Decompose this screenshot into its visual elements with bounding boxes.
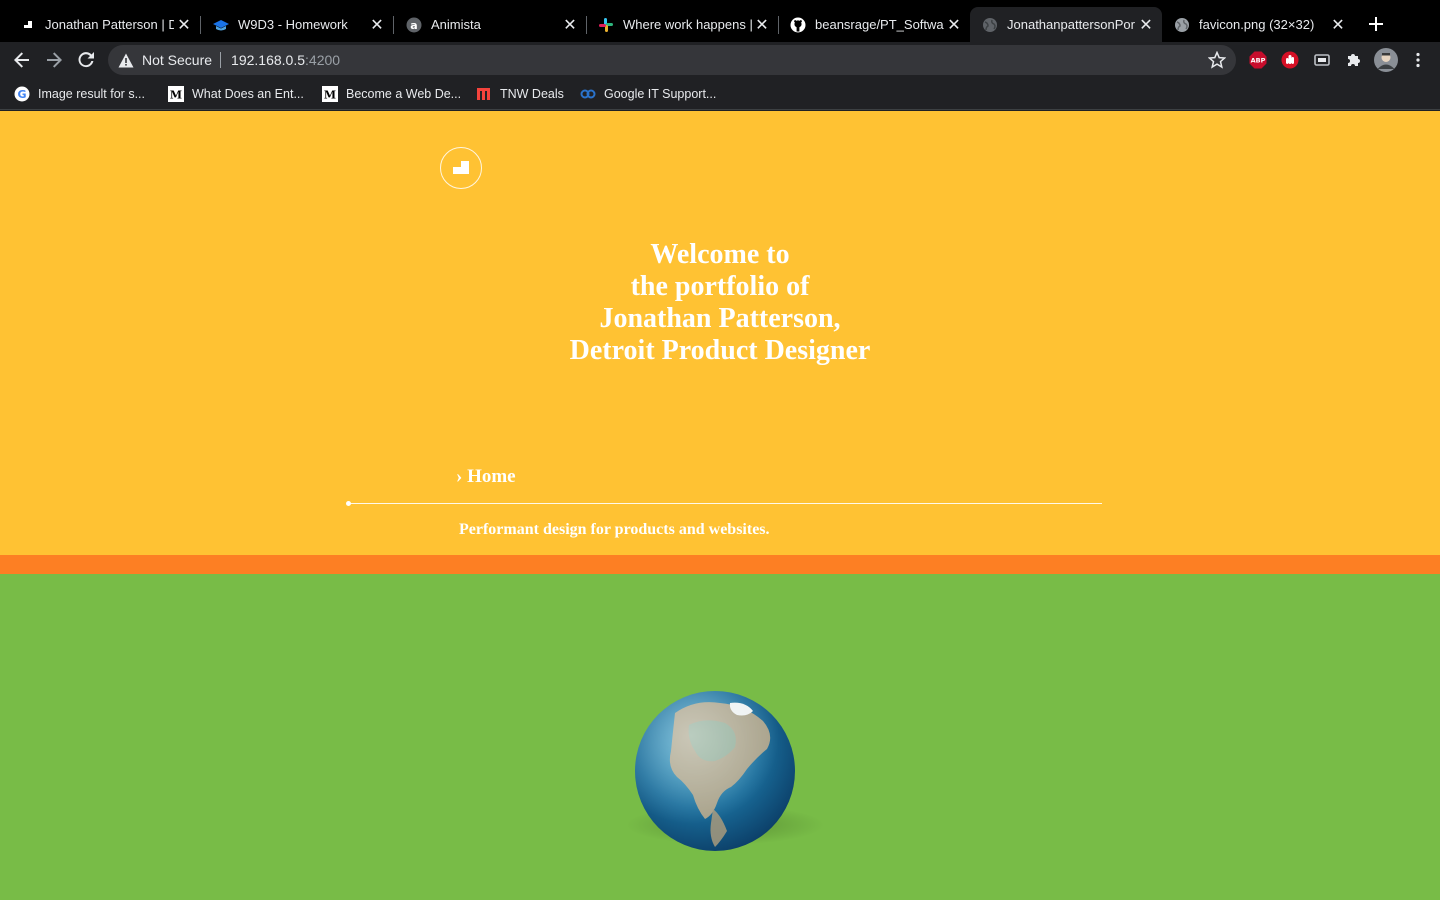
svg-text:M: M xyxy=(324,89,336,102)
reload-icon xyxy=(78,52,94,68)
divider-dot xyxy=(346,501,351,506)
arrow-right-icon xyxy=(47,52,62,68)
close-tab-icon[interactable]: ✕ xyxy=(1136,15,1156,35)
orange-band xyxy=(0,555,1440,574)
kebab-menu-icon[interactable] xyxy=(1409,51,1427,69)
url-host[interactable]: 192.168.0.5 xyxy=(231,52,305,68)
browser-toolbar: Not Secure 192.168.0.5:4200 ABP xyxy=(0,42,1440,78)
tab-strip: Jonathan Patterson | D ✕ W9D3 - Homework… xyxy=(0,0,1440,42)
hero-divider xyxy=(348,503,1102,504)
headline-line: Detroit Product Designer xyxy=(569,335,871,366)
adblock-plus-icon[interactable]: ABP xyxy=(1249,51,1267,69)
bookmark-label: Image result for s... xyxy=(38,87,145,101)
security-status[interactable]: Not Secure xyxy=(142,52,212,68)
tab-title: beansrage/PT_Softwar xyxy=(815,17,944,32)
close-tab-icon[interactable]: ✕ xyxy=(944,15,964,35)
graduation-cap-icon xyxy=(213,17,229,33)
jp-logo-icon xyxy=(20,17,36,33)
headline-line: the portfolio of xyxy=(630,271,810,302)
bookmark-item[interactable]: M Become a Web De... xyxy=(322,85,461,103)
extensions-puzzle-icon[interactable] xyxy=(1345,51,1363,69)
tab-w9d3-homework[interactable]: W9D3 - Homework ✕ xyxy=(201,7,394,42)
github-icon xyxy=(790,17,806,33)
google-icon: G xyxy=(14,86,30,102)
reload-button[interactable] xyxy=(74,48,98,72)
earth-globe-image xyxy=(635,691,795,851)
plus-icon xyxy=(1369,17,1383,31)
tab-github[interactable]: beansrage/PT_Softwar ✕ xyxy=(778,7,970,42)
bookmark-item[interactable]: G Image result for s... xyxy=(14,85,145,103)
tab-slack[interactable]: Where work happens | ✕ xyxy=(586,7,779,42)
page-viewport: Welcome to the portfolio of Jonathan Pat… xyxy=(0,111,1440,900)
animista-icon: a xyxy=(406,17,422,33)
tab-jonathanpattersonportfolio[interactable]: JonathanpattersonPor ✕ xyxy=(970,7,1162,42)
bookmark-item[interactable]: Google IT Support... xyxy=(580,85,716,103)
svg-text:G: G xyxy=(17,88,26,101)
ublock-hand-icon[interactable] xyxy=(1281,51,1299,69)
slack-icon xyxy=(598,17,614,33)
new-tab-button[interactable] xyxy=(1364,12,1388,36)
arrow-left-icon xyxy=(14,52,29,68)
bookmark-item[interactable]: TNW Deals xyxy=(476,85,564,103)
bookmark-label: Become a Web De... xyxy=(346,87,462,101)
bookmarks-bar: G Image result for s... M What Does an E… xyxy=(0,78,1440,110)
medium-icon: M xyxy=(322,86,338,102)
close-tab-icon[interactable]: ✕ xyxy=(174,15,194,35)
close-tab-icon[interactable]: ✕ xyxy=(367,15,387,35)
medium-icon: M xyxy=(168,86,184,102)
address-divider xyxy=(220,52,222,68)
coursera-icon xyxy=(580,86,596,102)
tab-title: Animista xyxy=(431,17,481,32)
close-tab-icon[interactable]: ✕ xyxy=(752,15,772,35)
cast-extension-icon[interactable] xyxy=(1313,51,1331,69)
forward-button[interactable] xyxy=(42,48,66,72)
bookmark-label: TNW Deals xyxy=(500,87,564,101)
globe-icon xyxy=(982,17,998,33)
tab-title: Where work happens | xyxy=(623,17,752,32)
nav-home-link[interactable]: › Home xyxy=(456,466,516,488)
headline-line: Jonathan Patterson, xyxy=(599,303,841,334)
hero-headline: Welcome to the portfolio of Jonathan Pat… xyxy=(420,239,1020,367)
tab-title: Jonathan Patterson | D xyxy=(45,17,174,32)
hero-tagline: Performant design for products and websi… xyxy=(459,521,770,538)
svg-text:a: a xyxy=(410,19,417,32)
profile-avatar[interactable] xyxy=(1374,48,1398,72)
address-bar[interactable]: Not Secure 192.168.0.5:4200 xyxy=(108,45,1236,75)
headline-line: Welcome to xyxy=(650,239,790,270)
bookmark-label: Google IT Support... xyxy=(604,87,717,101)
back-button[interactable] xyxy=(10,48,34,72)
tab-title: favicon.png (32×32) xyxy=(1199,17,1315,32)
close-tab-icon[interactable]: ✕ xyxy=(1328,15,1348,35)
tab-favicon-png[interactable]: favicon.png (32×32) ✕ xyxy=(1162,7,1354,42)
hero-section: Welcome to the portfolio of Jonathan Pat… xyxy=(0,111,1440,555)
svg-text:ABP: ABP xyxy=(1251,57,1266,65)
tab-jonathan-patterson[interactable]: Jonathan Patterson | D ✕ xyxy=(8,7,201,42)
tab-title: JonathanpattersonPor xyxy=(1007,17,1135,32)
bookmark-label: What Does an Ent... xyxy=(192,87,304,101)
tab-title: W9D3 - Homework xyxy=(238,17,348,32)
warning-icon[interactable] xyxy=(118,52,134,68)
globe-icon xyxy=(1174,17,1190,33)
bookmark-item[interactable]: M What Does an Ent... xyxy=(168,85,304,103)
tab-animista[interactable]: a Animista ✕ xyxy=(394,7,587,42)
site-logo-icon[interactable] xyxy=(440,147,482,189)
svg-text:M: M xyxy=(170,89,182,102)
tnw-icon xyxy=(476,86,492,102)
close-tab-icon[interactable]: ✕ xyxy=(560,15,580,35)
url-port[interactable]: :4200 xyxy=(305,52,340,68)
bookmark-star-icon[interactable] xyxy=(1207,50,1227,69)
